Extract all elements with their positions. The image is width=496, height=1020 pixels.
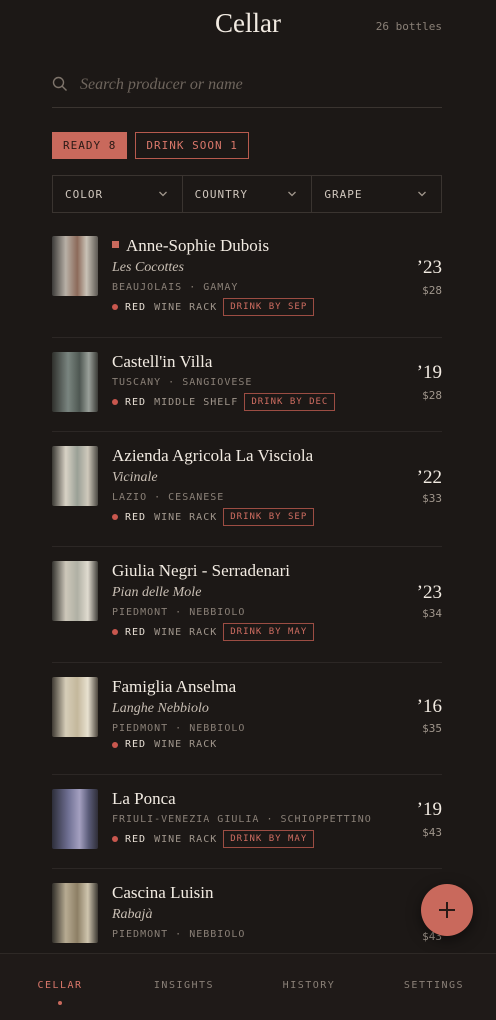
- wine-vintage: ’23: [416, 257, 442, 278]
- plus-icon: [439, 902, 455, 918]
- status-chips: READY 8 DRINK SOON 1: [52, 132, 249, 159]
- wine-region: LAZIO · CESANESE: [112, 492, 225, 503]
- tab-history[interactable]: HISTORY: [264, 980, 354, 991]
- filter-color[interactable]: COLOR: [53, 176, 182, 212]
- wine-location: WINE RACK: [154, 626, 218, 638]
- flag-marker: [112, 241, 119, 248]
- drink-by-badge: DRINK BY DEC: [244, 393, 336, 411]
- wine-producer: Azienda Agricola La Visciola: [112, 446, 314, 465]
- wine-name: Les Cocottes: [112, 260, 184, 275]
- chip-ready[interactable]: READY 8: [52, 132, 128, 159]
- wine-color: RED: [125, 301, 147, 313]
- search-input[interactable]: [80, 72, 430, 98]
- wine-row[interactable]: Giulia Negri - Serradenari Pian delle Mo…: [52, 547, 442, 663]
- drink-by-badge: DRINK BY SEP: [223, 508, 315, 526]
- wine-row[interactable]: Azienda Agricola La Visciola Vicinale LA…: [52, 432, 442, 547]
- filter-country[interactable]: COUNTRY: [181, 176, 312, 212]
- bottle-photo: [52, 446, 98, 506]
- wine-producer: Anne-Sophie Dubois: [126, 236, 270, 255]
- search-bar: [52, 64, 442, 108]
- drink-by-badge: DRINK BY SEP: [223, 298, 315, 316]
- tab-cellar[interactable]: CELLAR: [15, 980, 105, 991]
- wine-list: Anne-Sophie Dubois Les Cocottes BEAUJOLA…: [0, 220, 496, 953]
- bottle-count: 26 bottles: [375, 20, 442, 33]
- filter-color-label: COLOR: [65, 187, 104, 201]
- wine-price: $43: [422, 826, 442, 839]
- wine-color: RED: [125, 511, 147, 523]
- filter-bar: COLOR COUNTRY GRAPE: [52, 175, 442, 213]
- drink-by-badge: DRINK BY MAY: [223, 623, 315, 641]
- wine-row[interactable]: Castell'in Villa TUSCANY · SANGIOVESE RE…: [52, 338, 442, 432]
- bottle-photo: [52, 561, 98, 621]
- wine-name: Langhe Nebbiolo: [112, 701, 209, 716]
- wine-producer: Cascina Luisin: [112, 883, 214, 902]
- wine-producer: Castell'in Villa: [112, 352, 213, 371]
- wine-region: FRIULI-VENEZIA GIULIA · SCHIOPPETTINO: [112, 814, 372, 825]
- wine-color: RED: [125, 626, 147, 638]
- wine-row[interactable]: Famiglia Anselma Langhe Nebbiolo PIEDMON…: [52, 663, 442, 775]
- wine-location: WINE RACK: [154, 833, 218, 845]
- red-wine-dot: [112, 514, 118, 520]
- wine-row[interactable]: La Ponca FRIULI-VENEZIA GIULIA · SCHIOPP…: [52, 775, 442, 869]
- wine-row[interactable]: Cascina Luisin Rabajà PIEDMONT · NEBBIOL…: [52, 869, 442, 953]
- search-icon: [52, 76, 67, 91]
- wine-price: $35: [422, 722, 442, 735]
- wine-name: Vicinale: [112, 470, 158, 485]
- wine-region: BEAUJOLAIS · GAMAY: [112, 282, 239, 293]
- wine-producer: Famiglia Anselma: [112, 677, 237, 696]
- filter-country-label: COUNTRY: [194, 187, 249, 201]
- wine-price: $33: [422, 492, 442, 505]
- wine-price: $34: [422, 607, 442, 620]
- wine-row[interactable]: Anne-Sophie Dubois Les Cocottes BEAUJOLA…: [52, 220, 442, 338]
- wine-producer: La Ponca: [112, 789, 176, 808]
- wine-region: PIEDMONT · NEBBIOLO: [112, 723, 246, 734]
- wine-color: RED: [125, 833, 147, 845]
- wine-vintage: ’22: [416, 467, 442, 488]
- bottle-photo: [52, 883, 98, 943]
- wine-location: MIDDLE SHELF: [154, 396, 239, 408]
- bottle-photo: [52, 352, 98, 412]
- add-bottle-button[interactable]: [421, 884, 473, 936]
- wine-vintage: ’23: [416, 582, 442, 603]
- red-wine-dot: [112, 741, 118, 748]
- wine-price: $28: [422, 284, 442, 297]
- drink-by-badge: DRINK BY MAY: [223, 830, 315, 848]
- wine-name: Pian delle Mole: [112, 585, 202, 600]
- bottle-photo: [52, 789, 98, 849]
- wine-price: $28: [422, 389, 442, 402]
- chevron-down-icon: [158, 191, 167, 197]
- red-wine-dot: [112, 399, 118, 405]
- filter-grape-label: GRAPE: [324, 187, 363, 201]
- bottle-photo: [52, 677, 98, 737]
- red-wine-dot: [112, 629, 118, 635]
- wine-color: RED: [125, 739, 147, 750]
- chip-drink-soon[interactable]: DRINK SOON 1: [135, 132, 249, 159]
- wine-region: PIEDMONT · NEBBIOLO: [112, 607, 246, 618]
- wine-location: WINE RACK: [154, 511, 218, 523]
- wine-region: PIEDMONT · NEBBIOLO: [112, 929, 246, 940]
- chevron-down-icon: [288, 191, 297, 197]
- chevron-down-icon: [418, 191, 426, 197]
- tab-settings[interactable]: SETTINGS: [389, 980, 479, 991]
- wine-region: TUSCANY · SANGIOVESE: [112, 377, 253, 388]
- bottle-photo: [52, 236, 98, 296]
- wine-vintage: ’16: [416, 696, 442, 717]
- red-wine-dot: [112, 304, 118, 310]
- filter-grape[interactable]: GRAPE: [311, 176, 441, 212]
- active-tab-indicator: [58, 1001, 62, 1005]
- wine-producer: Giulia Negri - Serradenari: [112, 561, 290, 580]
- wine-location: WINE RACK: [154, 301, 218, 313]
- wine-location: WINE RACK: [154, 739, 218, 750]
- wine-color: RED: [125, 396, 147, 408]
- tab-bar: CELLAR INSIGHTS HISTORY SETTINGS: [0, 953, 496, 1020]
- wine-name: Rabajà: [112, 907, 153, 922]
- tab-insights[interactable]: INSIGHTS: [139, 980, 229, 991]
- wine-vintage: ’19: [416, 799, 442, 820]
- wine-vintage: ’19: [416, 362, 442, 383]
- red-wine-dot: [112, 836, 118, 842]
- app-header: Cellar 26 bottles: [0, 0, 496, 52]
